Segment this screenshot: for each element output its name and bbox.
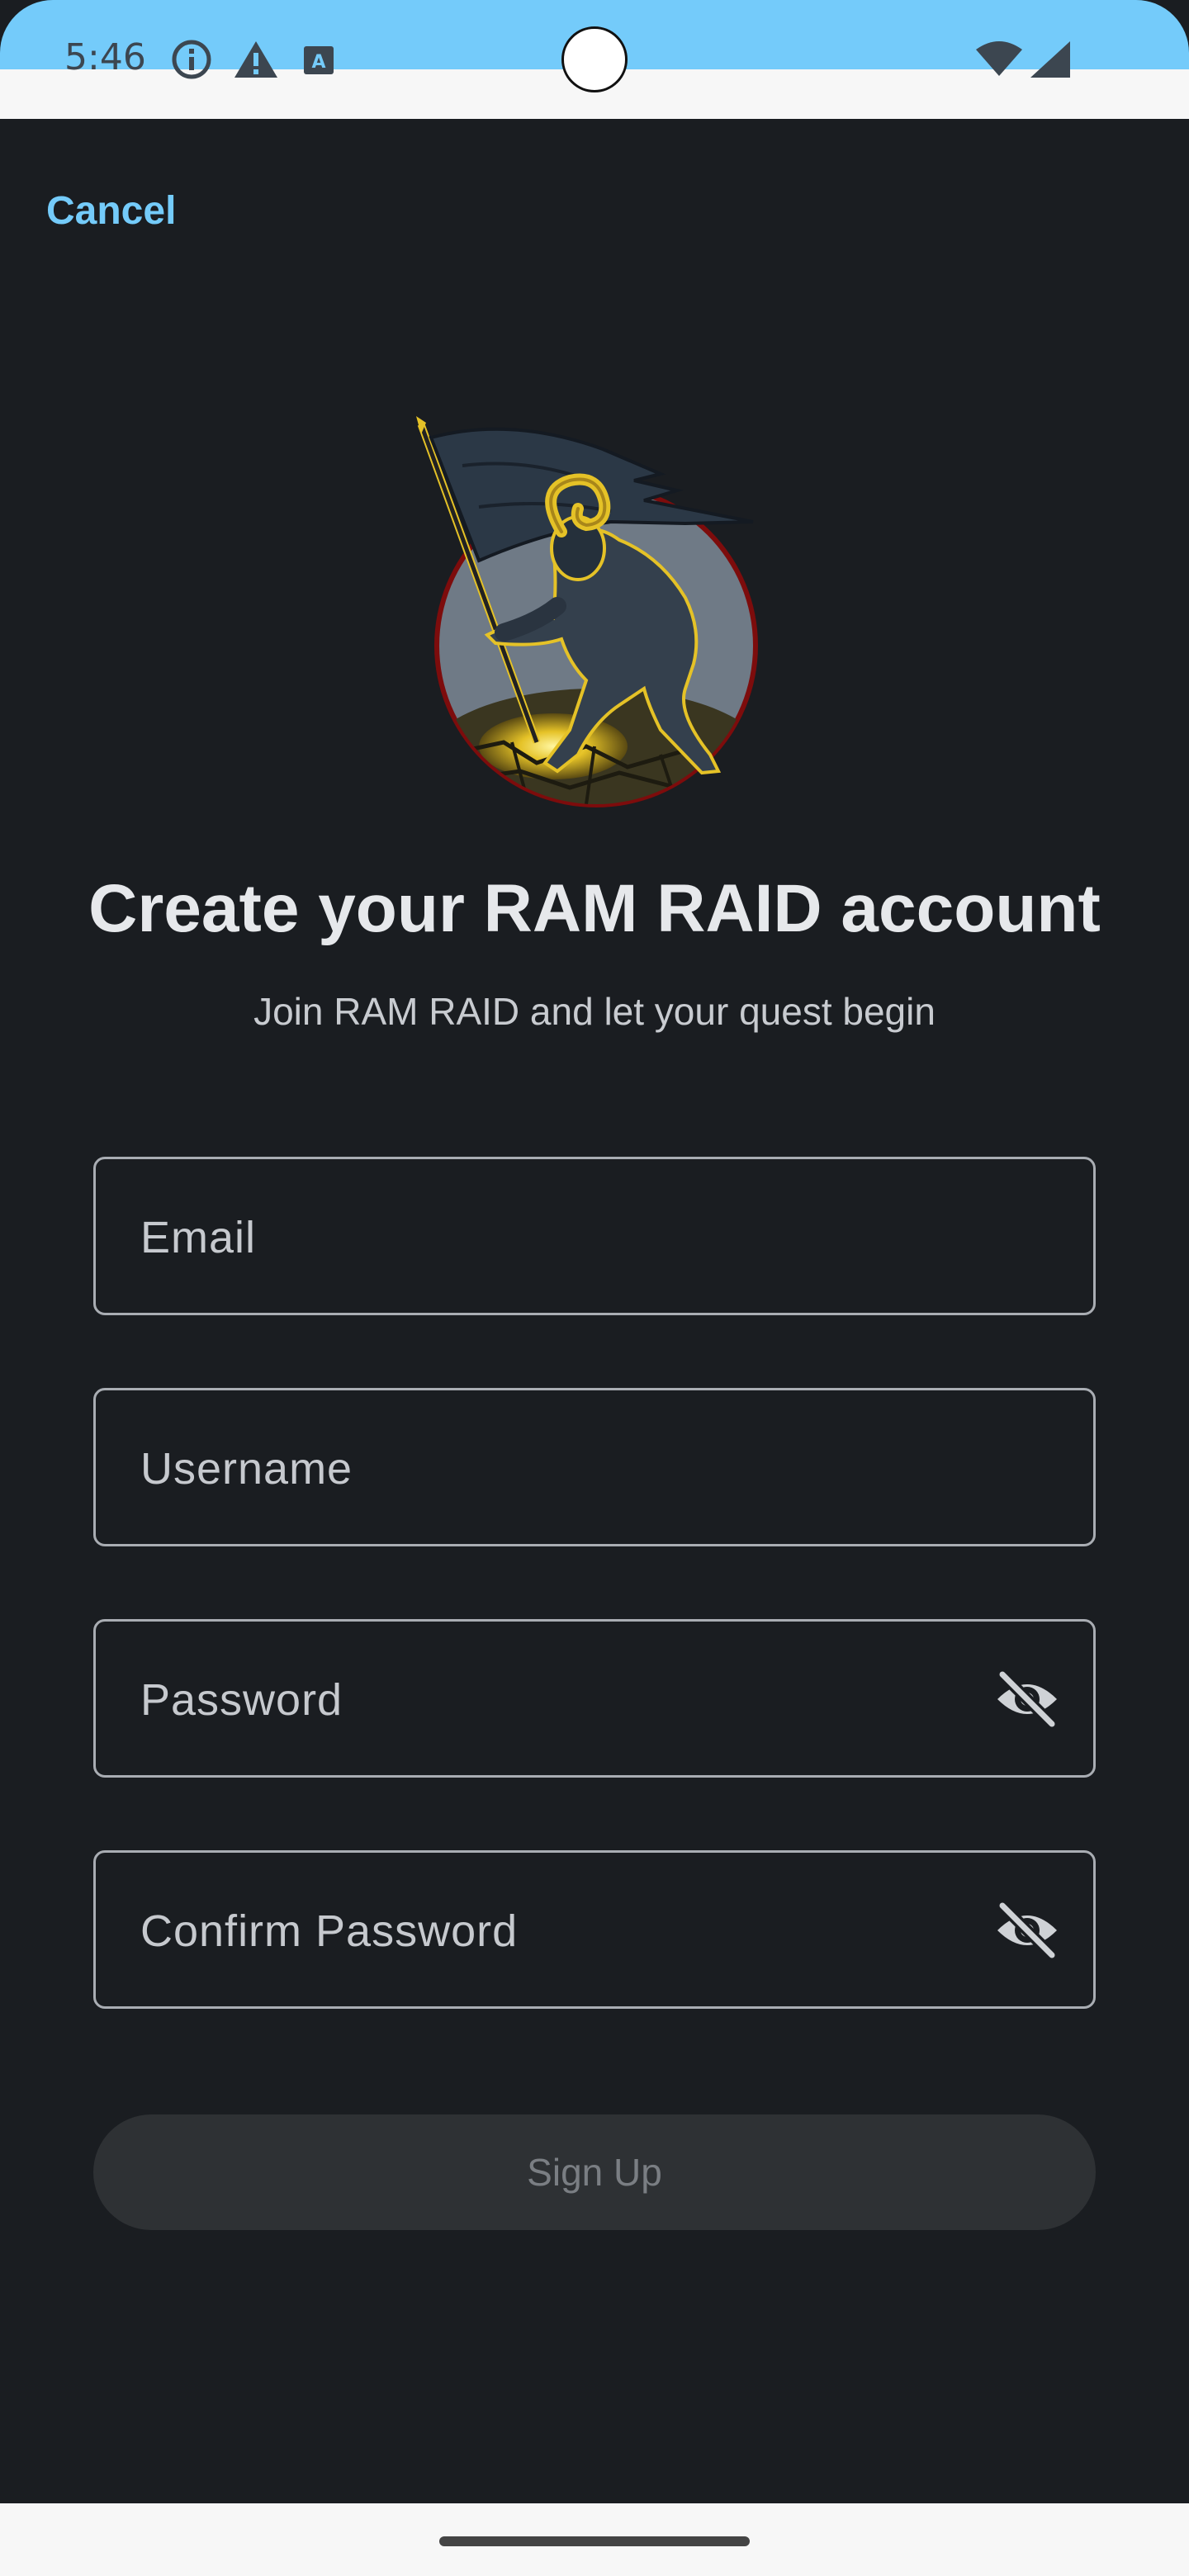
email-placeholder: Email: [140, 1213, 257, 1262]
confirm-password-field[interactable]: Confirm Password: [93, 1850, 1096, 2009]
username-field[interactable]: Username: [93, 1388, 1096, 1546]
svg-text:A: A: [311, 52, 325, 73]
confirm-password-placeholder: Confirm Password: [140, 1906, 519, 1956]
page-title: Create your RAM RAID account: [88, 871, 1101, 946]
ram-warrior-flag-logo: [416, 416, 758, 807]
email-field[interactable]: Email: [93, 1157, 1096, 1315]
cancel-button[interactable]: Cancel: [46, 188, 176, 234]
page-subtitle: Join RAM RAID and let your quest begin: [253, 990, 936, 1033]
eye-off-icon[interactable]: [994, 1669, 1060, 1729]
status-time: 5:46: [64, 36, 146, 78]
wifi-icon: [976, 41, 1022, 76]
navigation-bar: [0, 2503, 1189, 2576]
warning-icon: [234, 41, 277, 78]
sign-up-button[interactable]: Sign Up: [93, 2114, 1096, 2230]
home-handle[interactable]: [439, 2536, 750, 2546]
password-placeholder: Password: [140, 1675, 343, 1725]
signal-icon: [1030, 41, 1070, 78]
username-placeholder: Username: [140, 1444, 353, 1494]
translate-icon: A: [304, 46, 334, 74]
sign-up-screen: Cancel Create your RAM RAID account Join…: [0, 119, 1189, 2503]
camera-cutout: [561, 26, 628, 92]
eye-off-icon[interactable]: [994, 1901, 1060, 1960]
password-field[interactable]: Password: [93, 1619, 1096, 1778]
info-icon: [172, 40, 211, 79]
